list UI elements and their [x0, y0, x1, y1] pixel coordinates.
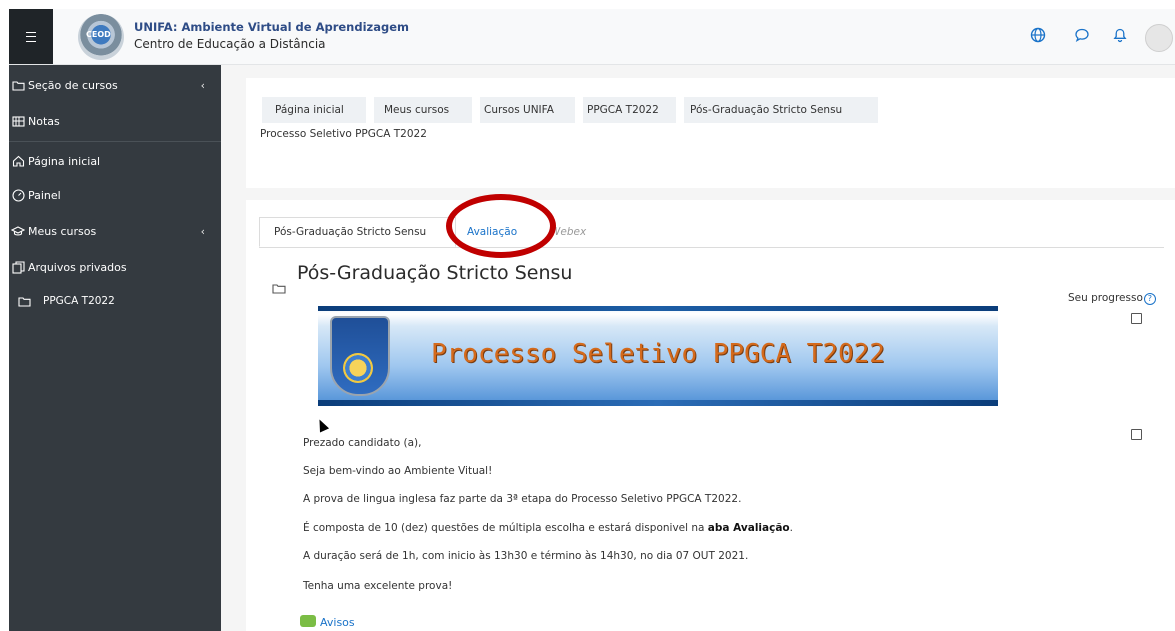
tab-pos-graduacao[interactable]: Pós-Graduação Stricto Sensu: [259, 217, 456, 247]
sidebar-item-pagina-inicial[interactable]: Página inicial: [9, 147, 221, 175]
breadcrumb-item-meus-cursos[interactable]: Meus cursos: [374, 97, 472, 123]
paragraph: É composta de 10 (dez) questões de múlti…: [303, 522, 793, 534]
sidebar-item-notas[interactable]: Notas: [9, 107, 221, 135]
logo-text: CEOD: [86, 30, 111, 39]
help-icon[interactable]: ?: [1143, 293, 1156, 305]
sidebar-item-arquivos-privados[interactable]: Arquivos privados: [9, 253, 221, 281]
bold-phrase: aba Avaliação: [707, 522, 790, 534]
section-title: Pós-Graduação Stricto Sensu: [297, 262, 573, 284]
banner-text: Processo Seletivo PPGCA T2022: [431, 339, 885, 369]
folder-icon: [272, 284, 286, 294]
frame-left: [0, 0, 9, 631]
breadcrumb-item-pagina-inicial[interactable]: Página inicial: [262, 97, 366, 123]
breadcrumb-separator: [366, 97, 374, 123]
breadcrumb-separator: [575, 97, 583, 123]
grades-icon: [11, 114, 25, 128]
sidebar-item-label: Arquivos privados: [28, 260, 127, 274]
paragraph: A duração será de 1h, com inicio às 13h3…: [303, 550, 749, 562]
sidebar-item-label: PPGCA T2022: [43, 295, 115, 307]
breadcrumb-current: Processo Seletivo PPGCA T2022: [260, 128, 427, 140]
site-title[interactable]: UNIFA: Ambiente Virtual de Aprendizagem: [134, 20, 409, 34]
folder-icon: [17, 294, 31, 308]
paragraph: Prezado candidato (a),: [303, 437, 422, 449]
dashboard-icon: [11, 188, 25, 202]
banner-border-top: [318, 306, 998, 311]
sidebar-item-label: Meus cursos: [28, 224, 97, 238]
avisos-link[interactable]: Avisos: [320, 616, 355, 629]
breadcrumb-item-ppgca-t2022[interactable]: PPGCA T2022: [583, 97, 676, 123]
completion-checkbox[interactable]: [1131, 429, 1142, 440]
notifications-bell-icon[interactable]: [1112, 27, 1128, 43]
sidebar-divider: [9, 141, 221, 142]
chevron-left-icon[interactable]: ‹: [201, 79, 205, 92]
hamburger-icon: [26, 31, 36, 42]
site-subtitle: Centro de Educação a Distância: [134, 37, 326, 51]
breadcrumb-item-cursos-unifa[interactable]: Cursos UNIFA: [480, 97, 575, 123]
sidebar-item-label: Página inicial: [28, 154, 101, 168]
language-globe-icon[interactable]: [1030, 27, 1046, 43]
progress-label: Seu progresso?: [1068, 292, 1156, 305]
files-icon: [11, 260, 25, 274]
sidebar-item-label: Seção de cursos: [28, 78, 118, 92]
paragraph: Seja bem-vindo ao Ambiente Vitual!: [303, 465, 493, 477]
sidebar-item-label: Notas: [28, 114, 60, 128]
user-avatar[interactable]: [1145, 24, 1173, 52]
folder-icon: [11, 78, 25, 92]
forum-icon: [300, 615, 316, 627]
sidebar-nav: Seção de cursos ‹ Notas Página inicial P…: [9, 65, 221, 631]
sidebar-item-ppgca-t2022[interactable]: PPGCA T2022: [9, 287, 221, 315]
menu-toggle-button[interactable]: [9, 9, 53, 64]
sidebar-item-label: Painel: [28, 188, 61, 202]
sidebar-item-painel[interactable]: Painel: [9, 181, 221, 209]
completion-checkbox[interactable]: [1131, 313, 1142, 324]
breadcrumb-separator: [472, 97, 480, 123]
chevron-left-icon[interactable]: ‹: [201, 225, 205, 238]
paragraph: Tenha uma excelente prova!: [303, 580, 453, 592]
emblem-sun-icon: [343, 353, 373, 383]
breadcrumb-separator: [676, 97, 684, 123]
sidebar-item-secao-de-cursos[interactable]: Seção de cursos ‹: [9, 71, 221, 99]
messages-icon[interactable]: [1074, 27, 1090, 43]
banner-border-bottom: [318, 400, 998, 406]
highlight-circle-annotation: [446, 194, 556, 258]
home-icon: [11, 154, 25, 168]
breadcrumb-item-pos-graduacao[interactable]: Pós-Graduação Stricto Sensu: [684, 97, 878, 123]
graduation-cap-icon: [11, 224, 25, 238]
paragraph: A prova de lingua inglesa faz parte da 3…: [303, 493, 742, 505]
sidebar-item-meus-cursos[interactable]: Meus cursos ‹: [9, 217, 221, 245]
